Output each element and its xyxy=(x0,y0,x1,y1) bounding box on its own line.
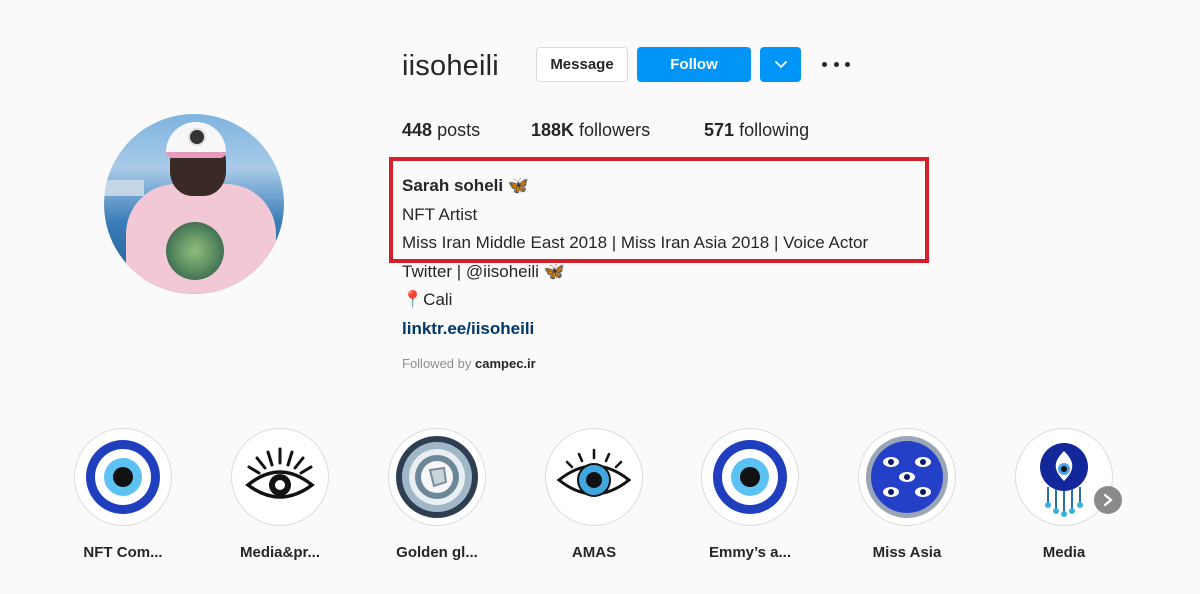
highlight-item[interactable]: Emmy’s a... xyxy=(690,428,810,561)
stat-followers-label: followers xyxy=(579,120,651,140)
bio-line: 📍Cali xyxy=(402,290,453,310)
agate-icon xyxy=(388,428,486,526)
stat-following[interactable]: 571 following xyxy=(704,120,809,141)
highlight-item[interactable]: Media&pr... xyxy=(220,428,340,561)
avatar-cap-badge xyxy=(188,128,206,146)
followed-by-user: campec.ir xyxy=(475,356,536,371)
more-options-icon[interactable] xyxy=(822,53,850,75)
highlight-label: Emmy’s a... xyxy=(709,544,791,561)
eye-pattern-icon xyxy=(858,428,956,526)
stat-posts-count: 448 xyxy=(402,120,433,140)
eye-rays-icon xyxy=(231,428,329,526)
followed-by[interactable]: Followed by campec.ir xyxy=(402,356,536,371)
message-button[interactable]: Message xyxy=(536,47,628,82)
highlight-item[interactable]: Golden gl... xyxy=(377,428,497,561)
stat-posts-label: posts xyxy=(437,120,481,140)
avatar-shirt-print xyxy=(166,222,224,280)
stat-followers-count: 188K xyxy=(531,120,575,140)
bio-link[interactable]: linktr.ee/iisoheili xyxy=(402,315,868,344)
evil-eye-icon xyxy=(74,428,172,526)
highlight-item[interactable]: Miss Asia xyxy=(847,428,967,561)
highlight-label: Golden gl... xyxy=(396,544,478,561)
highlight-label: Media&pr... xyxy=(239,544,321,561)
follow-button[interactable]: Follow xyxy=(637,47,751,82)
stat-posts[interactable]: 448 posts xyxy=(402,120,480,141)
highlight-label: Media xyxy=(1042,544,1086,561)
follow-dropdown-button[interactable] xyxy=(760,47,801,82)
profile-username: iisoheili xyxy=(402,50,499,82)
chevron-down-icon xyxy=(774,60,787,68)
eye-lashes-icon xyxy=(545,428,643,526)
followed-by-prefix: Followed by xyxy=(402,356,472,371)
highlights-next-button[interactable] xyxy=(1094,486,1122,514)
highlight-label: AMAS xyxy=(571,544,617,561)
highlight-label: Miss Asia xyxy=(872,544,942,561)
evil-eye-charm-icon xyxy=(1015,428,1113,526)
stat-following-count: 571 xyxy=(704,120,735,140)
evil-eye-icon xyxy=(701,428,799,526)
stat-followers[interactable]: 188K followers xyxy=(531,120,650,141)
chevron-right-icon xyxy=(1103,493,1113,507)
annotation-highlight-box xyxy=(389,157,929,263)
avatar-background-city xyxy=(104,180,144,196)
profile-avatar[interactable] xyxy=(104,114,284,294)
highlight-label: NFT Com... xyxy=(83,544,163,561)
stat-following-label: following xyxy=(739,120,810,140)
highlight-item[interactable]: NFT Com... xyxy=(63,428,183,561)
highlight-item[interactable]: AMAS xyxy=(534,428,654,561)
